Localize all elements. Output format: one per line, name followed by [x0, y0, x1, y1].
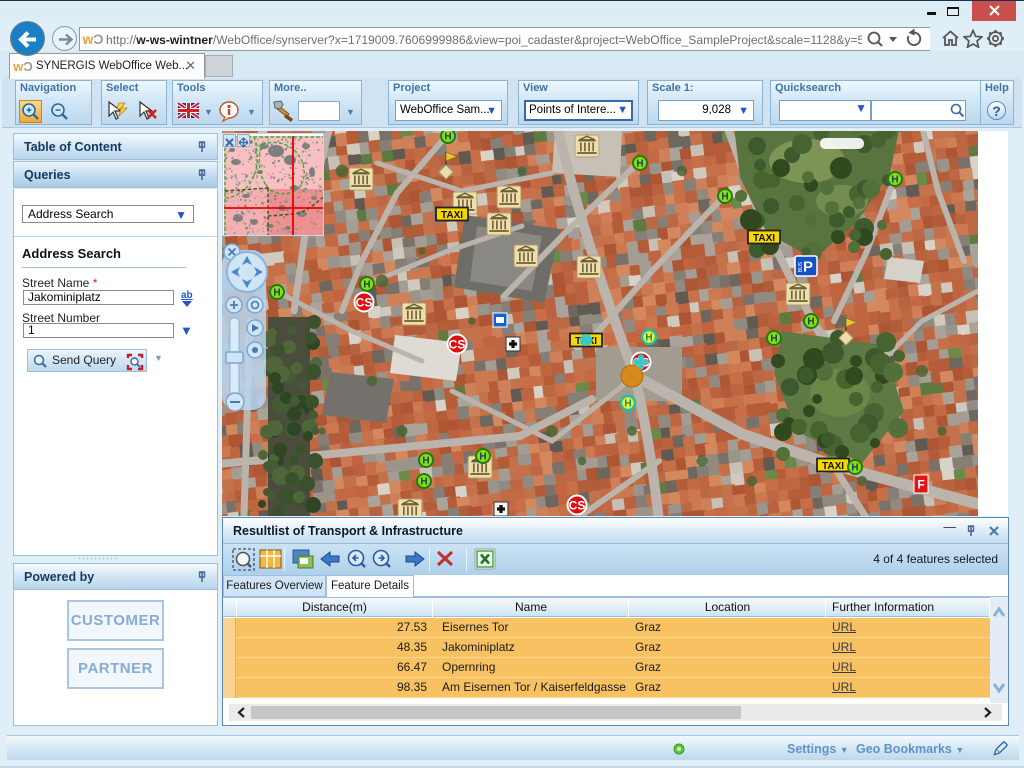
svg-text:P: P: [803, 259, 813, 276]
svg-text:ab: ab: [181, 290, 193, 301]
svg-text:F: F: [917, 478, 924, 492]
svg-text:BUS: BUS: [798, 261, 804, 272]
